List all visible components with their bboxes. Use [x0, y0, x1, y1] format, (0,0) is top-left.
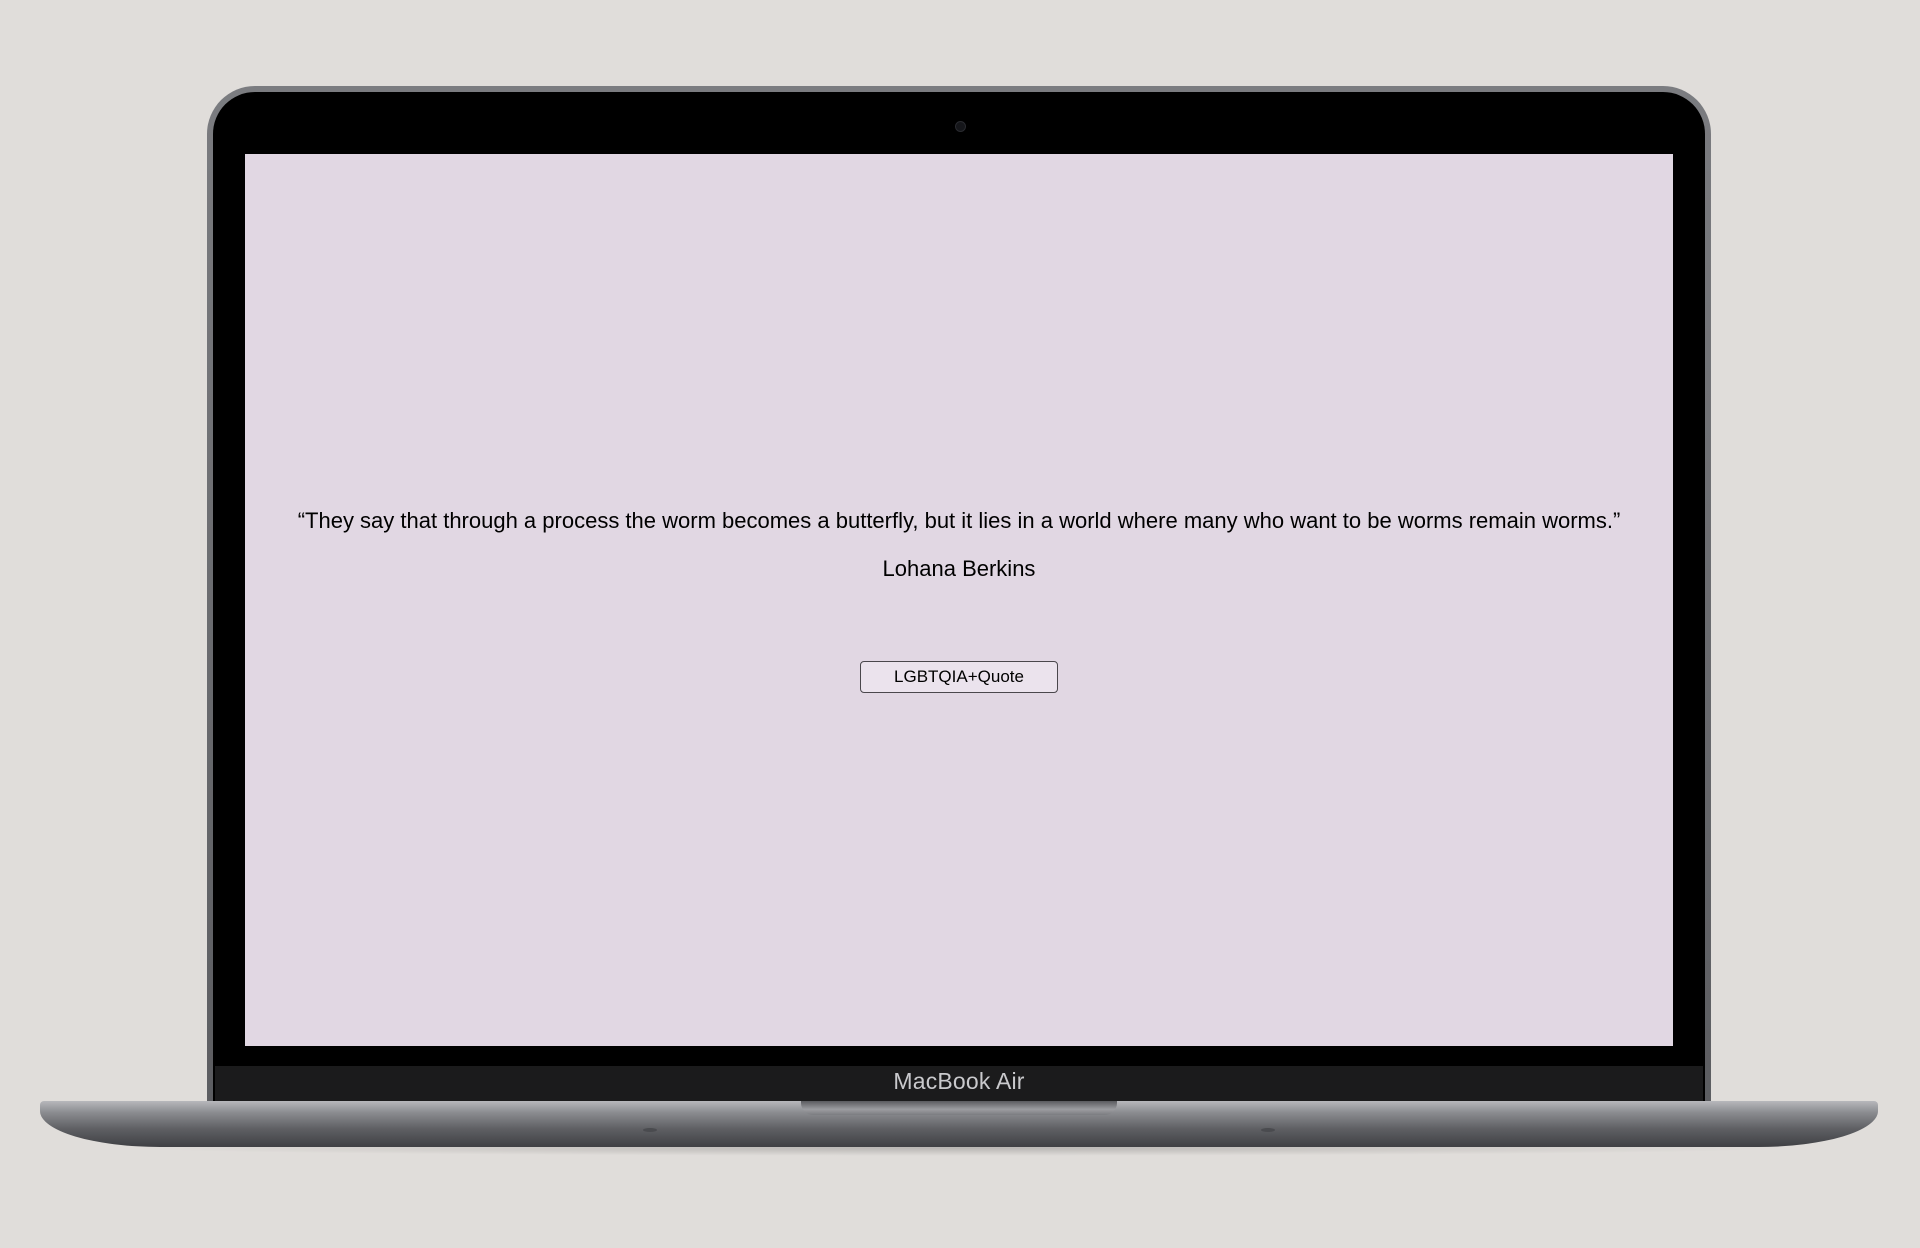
camera-icon: [955, 121, 966, 132]
quote-author: Lohana Berkins: [882, 556, 1036, 581]
quote-text: “They say that through a process the wor…: [297, 508, 1621, 533]
laptop-foot-left: [643, 1128, 657, 1132]
quote-container: “They say that through a process the wor…: [245, 154, 1673, 1046]
laptop-foot-right: [1261, 1128, 1275, 1132]
product-mockup: “They say that through a process the wor…: [0, 0, 1920, 1248]
new-quote-button[interactable]: LGBTQIA+Quote: [860, 661, 1058, 693]
laptop-hinge-notch: [801, 1101, 1117, 1115]
device-brand-label: MacBook Air: [893, 1068, 1025, 1094]
laptop-screen: “They say that through a process the wor…: [245, 154, 1673, 1046]
